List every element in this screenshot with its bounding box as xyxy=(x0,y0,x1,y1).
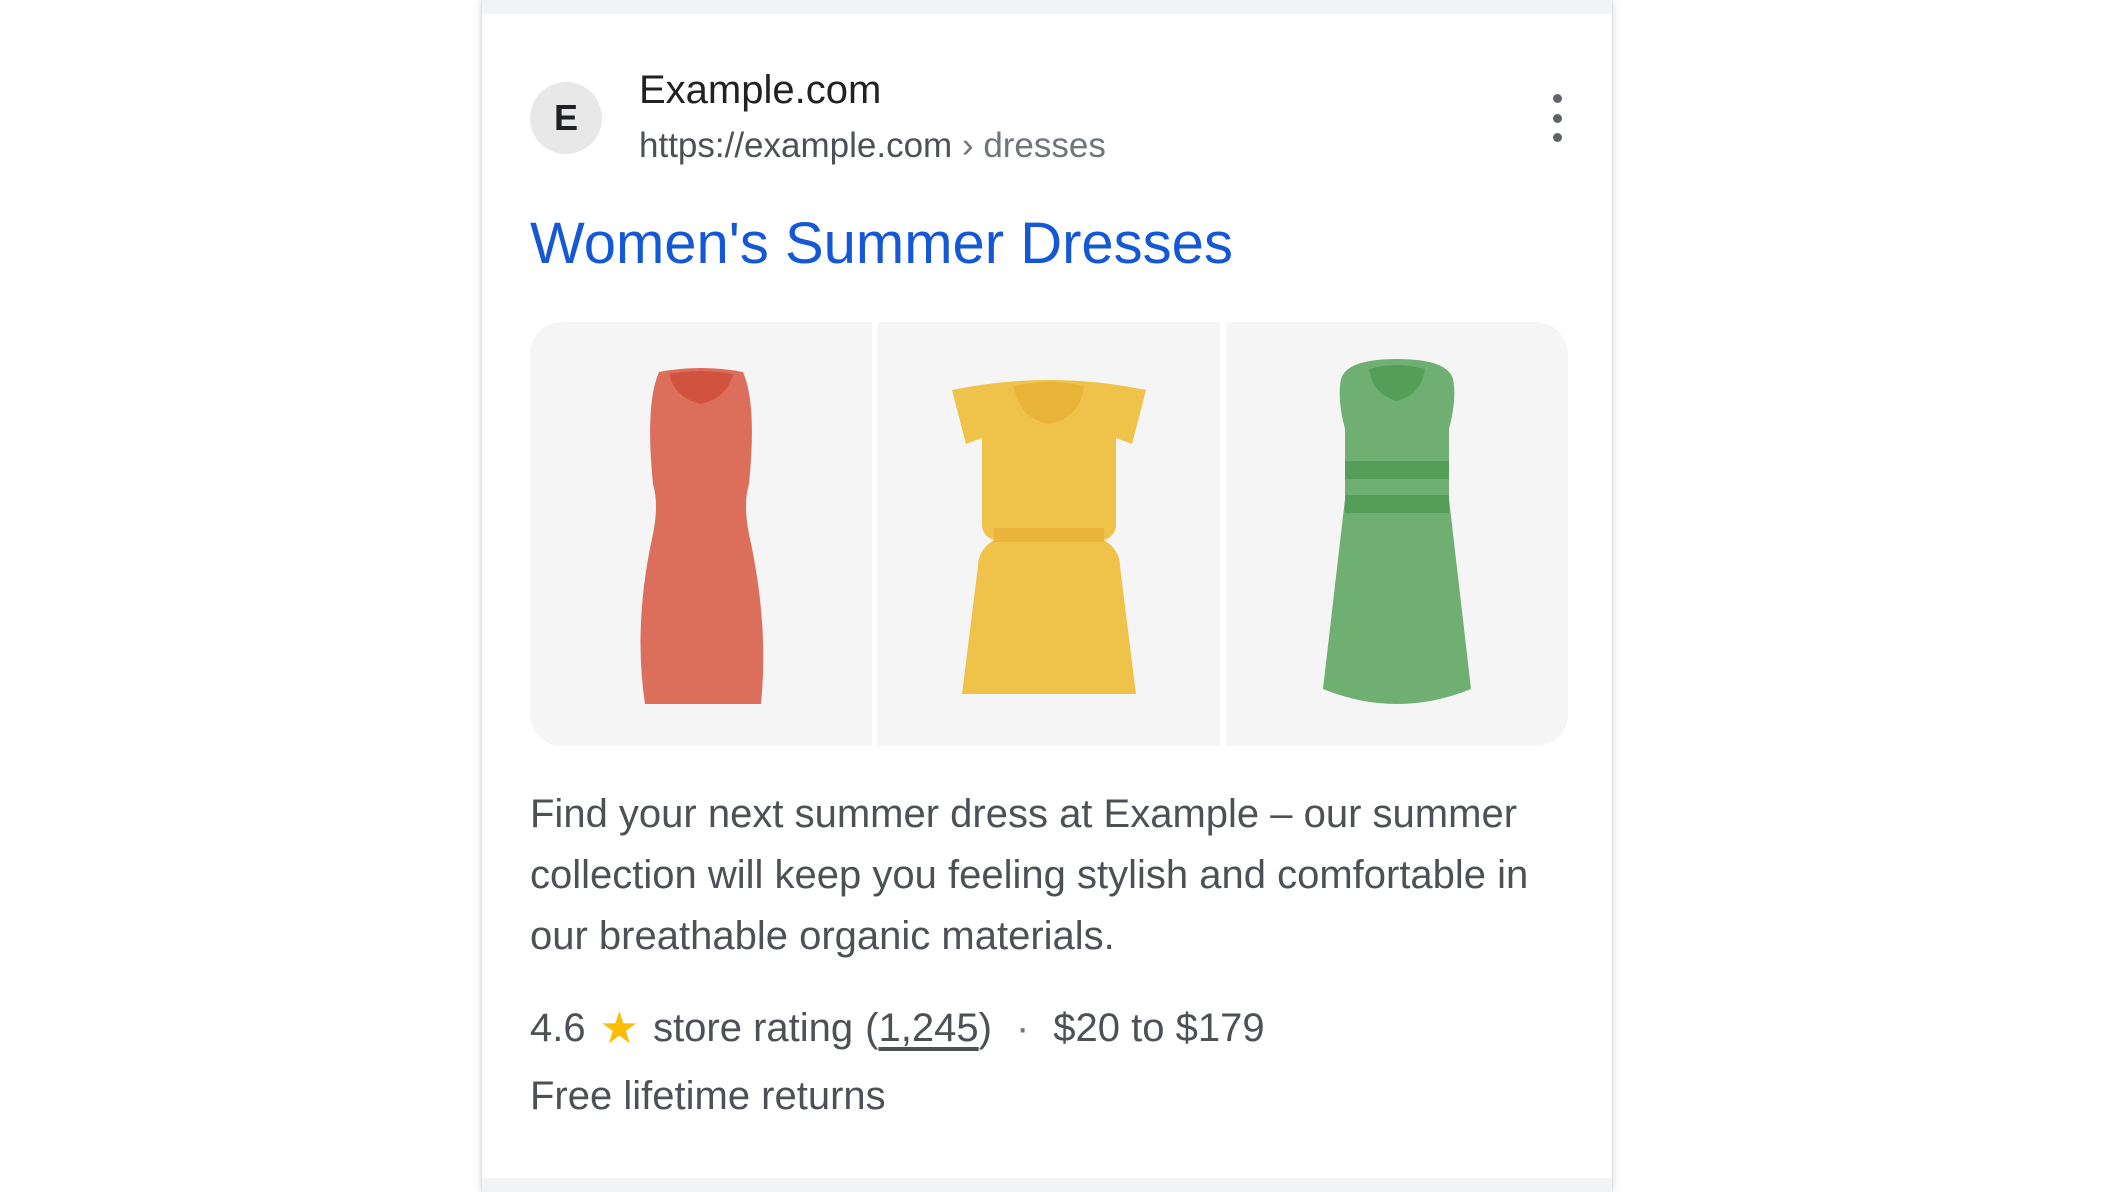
rating-price-row: 4.6 ★ store rating (1,245) · $20 to $179 xyxy=(530,1006,1265,1051)
rating-close-paren: ) xyxy=(978,1006,992,1050)
kebab-dot xyxy=(1552,113,1562,123)
url-base: https://example.com xyxy=(639,126,953,165)
site-favicon[interactable]: E xyxy=(530,82,602,154)
yellow-dress-image xyxy=(952,380,1146,694)
favicon-letter: E xyxy=(553,97,578,138)
kebab-dot xyxy=(1552,94,1562,103)
price-range: $20 to $179 xyxy=(1053,1006,1265,1050)
thumbnail-green-dress[interactable] xyxy=(1226,322,1568,746)
result-snippet: Find your next summer dress at Example –… xyxy=(530,792,1529,958)
returns-policy: Free lifetime returns xyxy=(530,1074,886,1118)
page: E Example.com https://example.com › dres… xyxy=(0,0,2120,1192)
thumbnail-red-dress[interactable] xyxy=(530,322,872,746)
image-gallery xyxy=(530,322,1568,746)
site-name[interactable]: Example.com xyxy=(639,68,881,113)
url-separator: › xyxy=(952,126,984,165)
star-icon: ★ xyxy=(599,1003,640,1053)
red-dress-image xyxy=(640,368,764,704)
thumbnail-yellow-dress[interactable] xyxy=(878,322,1220,746)
result-title-link[interactable]: Women's Summer Dresses xyxy=(530,210,1233,277)
green-dress-image xyxy=(1323,359,1471,704)
kebab-dot xyxy=(1552,133,1562,142)
site-url[interactable]: https://example.com › dresses xyxy=(639,126,1106,166)
search-result-card: E Example.com https://example.com › dres… xyxy=(482,0,1612,1192)
more-vert-icon[interactable] xyxy=(1542,94,1572,142)
rating-count-link[interactable]: 1,245 xyxy=(879,1006,979,1051)
separator-dot: · xyxy=(1015,1006,1030,1050)
rating-label: store rating xyxy=(653,1006,854,1050)
top-divider xyxy=(482,0,1612,14)
url-path: dresses xyxy=(983,126,1106,165)
rating-value: 4.6 xyxy=(530,1006,586,1050)
bottom-divider xyxy=(482,1178,1612,1192)
rating-open-paren: ( xyxy=(865,1006,879,1050)
